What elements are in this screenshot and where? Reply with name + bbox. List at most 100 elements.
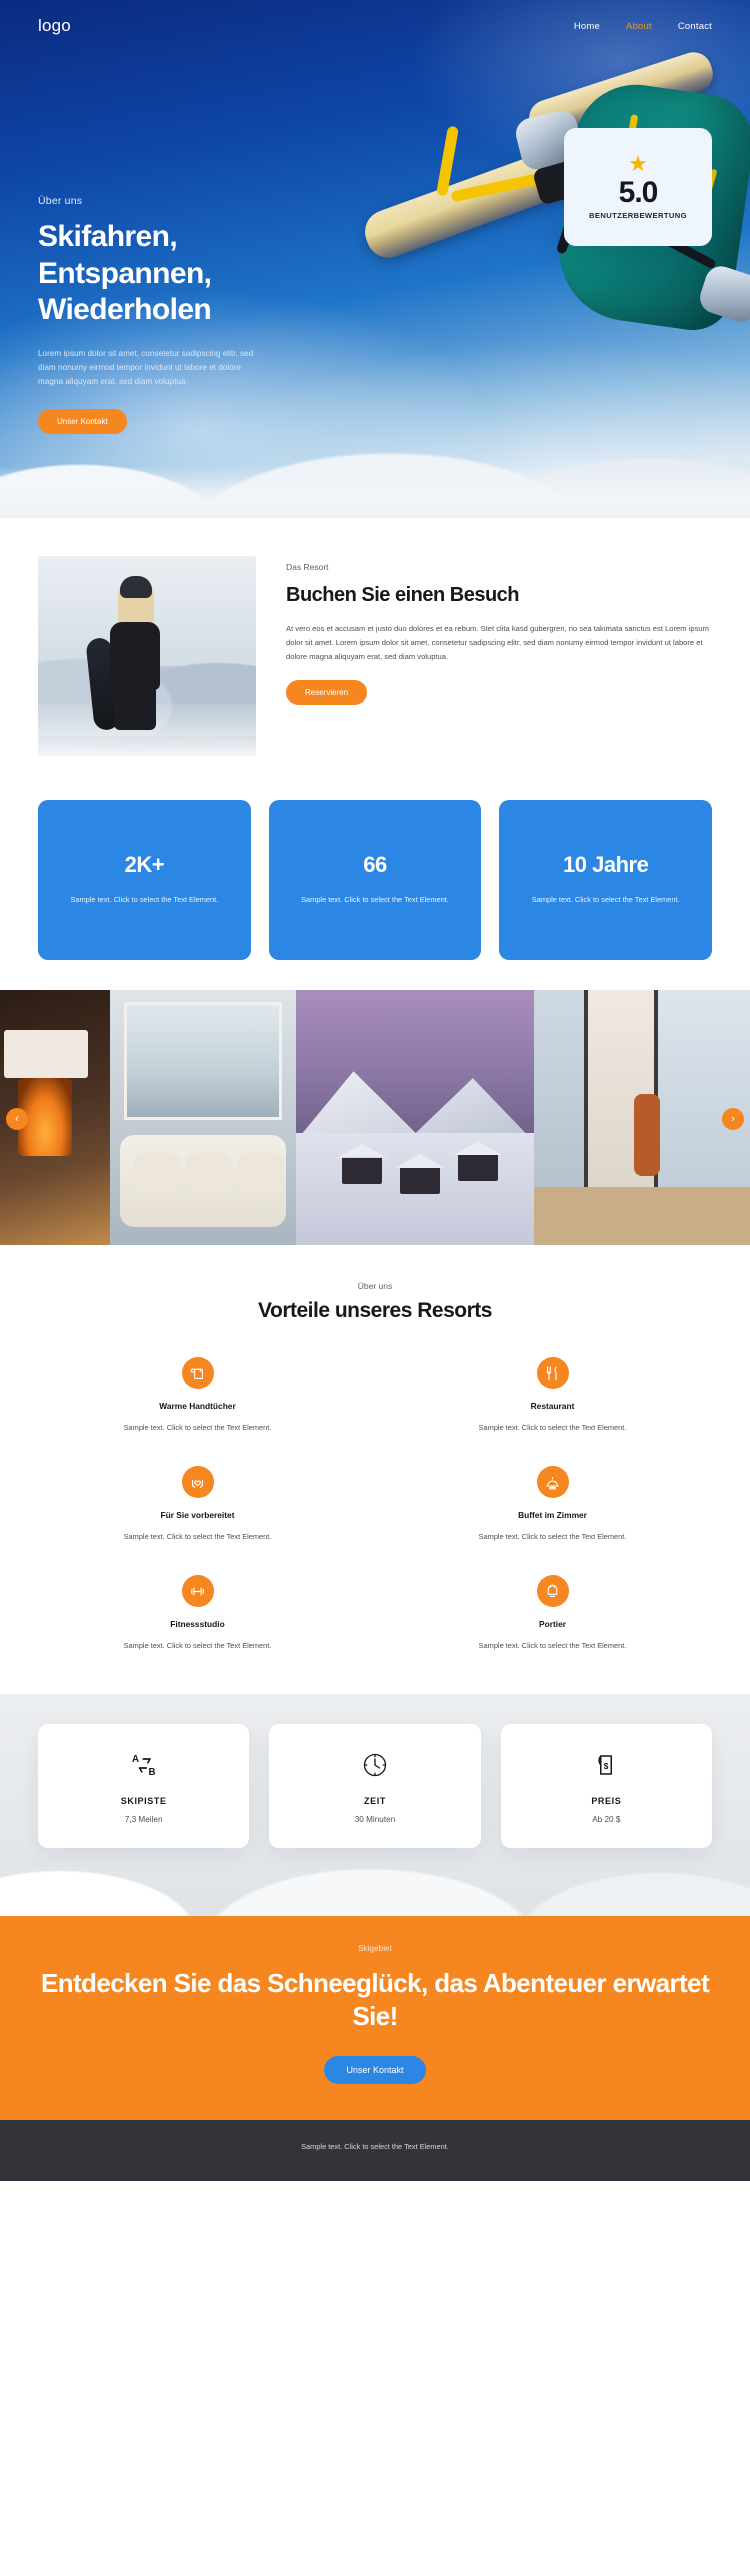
star-icon: ★ (628, 150, 648, 176)
cutlery-icon (536, 1357, 569, 1389)
gallery-floor (534, 1187, 750, 1245)
landing-page: logo Home About Contact Über uns Skifahr… (0, 0, 750, 2181)
rating-value: 5.0 (618, 175, 659, 209)
benefit-text: Sample text. Click to select the Text El… (123, 1423, 272, 1432)
resort-text-block: Das Resort Buchen Sie einen Besuch At ve… (286, 556, 712, 756)
dumbbell-icon (181, 1575, 214, 1607)
gallery-window (124, 1002, 282, 1120)
main-nav: Home About Contact (574, 21, 712, 32)
hero-section: logo Home About Contact Über uns Skifahr… (0, 0, 750, 518)
footer-text: Sample text. Click to select the Text El… (301, 2141, 449, 2151)
gallery-cushion (134, 1153, 180, 1193)
stat-number: 66 (363, 852, 387, 878)
resort-eyebrow: Das Resort (286, 562, 329, 572)
cta-heading: Entdecken Sie das Schneeglück, das Abent… (40, 1968, 710, 2032)
gallery-person (634, 1094, 660, 1176)
benefit-text: Sample text. Click to select the Text El… (123, 1641, 272, 1650)
stat-text: Sample text. Click to select the Text El… (531, 895, 680, 905)
resort-photo (38, 556, 256, 756)
stat-text: Sample text. Click to select the Text El… (301, 895, 449, 905)
resort-section: Das Resort Buchen Sie einen Besuch At ve… (0, 518, 750, 784)
cta-contact-button[interactable]: Unser Kontakt (324, 2055, 426, 2084)
resort-photo-legs (114, 682, 156, 730)
gallery-cabin (342, 1155, 382, 1184)
site-footer: Sample text. Click to select the Text El… (0, 2119, 750, 2181)
info-card-skipiste: A B SKIPISTE 7,3 Meilen (38, 1724, 250, 1848)
benefits-grid: Warme Handtücher Sample text. Click to s… (38, 1357, 712, 1650)
gallery-slide-chalet-interior (534, 990, 750, 1245)
image-gallery-carousel[interactable]: ‹ › (0, 990, 750, 1245)
nav-item-about[interactable]: About (626, 21, 652, 32)
cta-eyebrow: Skigebiet (358, 1944, 392, 1953)
stat-number: 2K+ (124, 852, 165, 878)
resort-photo-snowboarder (85, 576, 168, 732)
cta-section: Skigebiet Entdecken Sie das Schneeglück,… (0, 1916, 750, 2120)
benefit-title: Portier (539, 1619, 566, 1629)
hands-heart-icon (181, 1466, 214, 1498)
rating-label: BENUTZERBEWERTUNG (589, 211, 687, 221)
reserve-button[interactable]: Reservieren (286, 680, 368, 706)
svg-text:B: B (148, 1767, 155, 1778)
hero-contact-button[interactable]: Unser Kontakt (38, 409, 127, 435)
benefit-text: Sample text. Click to select the Text El… (478, 1532, 627, 1541)
site-logo[interactable]: logo (38, 16, 71, 36)
bellhop-bell-icon (536, 1575, 569, 1607)
route-a-to-b-icon: A B (132, 1754, 156, 1778)
gallery-cabin (400, 1166, 440, 1194)
benefit-item-warme-handtuecher: Warme Handtücher Sample text. Click to s… (38, 1357, 357, 1432)
benefit-title: Fitnessstudio (170, 1619, 225, 1629)
stat-card: 2K+ Sample text. Click to select the Tex… (38, 800, 251, 960)
towel-icon (181, 1357, 214, 1389)
resort-heading: Buchen Sie einen Besuch (286, 584, 520, 606)
benefit-item-buffet-im-zimmer: Buffet im Zimmer Sample text. Click to s… (393, 1466, 712, 1541)
room-service-icon (536, 1466, 569, 1498)
info-card-title: ZEIT (364, 1796, 386, 1806)
stat-text: Sample text. Click to select the Text El… (70, 895, 219, 905)
hero-copy-block: Über uns Skifahren, Entspannen, Wiederho… (38, 195, 348, 435)
svg-text:A: A (132, 1754, 139, 1765)
benefit-item-fuer-sie-vorbereitet: Für Sie vorbereitet Sample text. Click t… (38, 1466, 357, 1541)
info-card-value: 7,3 Meilen (124, 1815, 163, 1824)
nav-item-home[interactable]: Home (574, 21, 600, 32)
stat-number: 10 Jahre (563, 852, 649, 878)
resort-photo-body (110, 622, 160, 690)
info-card-value: Ab 20 $ (592, 1815, 621, 1824)
gallery-cabin (458, 1153, 498, 1182)
info-cards-row: A B SKIPISTE 7,3 Meilen ZEIT 30 Minuten (38, 1724, 712, 1848)
nav-item-contact[interactable]: Contact (678, 21, 712, 32)
gallery-cushion (238, 1153, 284, 1193)
benefits-section: Über uns Vorteile unseres Resorts Warme … (0, 1245, 750, 1694)
gallery-slide-cabins (296, 990, 534, 1245)
resort-paragraph: At vero eos et accusam et justo duo dolo… (286, 624, 709, 662)
benefit-text: Sample text. Click to select the Text El… (478, 1641, 627, 1650)
user-rating-card: ★ 5.0 BENUTZERBEWERTUNG (564, 128, 712, 246)
info-card-value: 30 Minuten (354, 1815, 396, 1824)
stat-card: 66 Sample text. Click to select the Text… (268, 800, 482, 960)
benefit-title: Warme Handtücher (159, 1401, 236, 1411)
gallery-cushion (186, 1153, 232, 1193)
benefits-header: Über uns Vorteile unseres Resorts (38, 1281, 712, 1323)
stat-card: 10 Jahre Sample text. Click to select th… (499, 800, 713, 960)
gallery-slide-living-room (110, 990, 296, 1245)
benefits-heading: Vorteile unseres Resorts (258, 1299, 492, 1322)
stats-section: 2K+ Sample text. Click to select the Tex… (0, 784, 750, 990)
benefit-title: Buffet im Zimmer (518, 1510, 587, 1520)
benefit-item-portier: Portier Sample text. Click to select the… (393, 1575, 712, 1650)
clock-icon (363, 1753, 387, 1777)
price-tag-icon: $ (598, 1755, 613, 1775)
info-card-title: PREIS (591, 1796, 622, 1806)
info-card-title: SKIPISTE (120, 1796, 167, 1806)
benefit-text: Sample text. Click to select the Text El… (123, 1532, 272, 1541)
chevron-right-icon[interactable]: › (722, 1108, 744, 1130)
benefit-title: Für Sie vorbereitet (160, 1510, 235, 1520)
top-navigation-bar: logo Home About Contact (0, 0, 750, 36)
info-cards-section: A B SKIPISTE 7,3 Meilen ZEIT 30 Minuten (0, 1694, 750, 1916)
benefit-item-fitnessstudio: Fitnessstudio Sample text. Click to sele… (38, 1575, 357, 1650)
info-card-preis: $ PREIS Ab 20 $ (500, 1724, 712, 1848)
benefit-item-restaurant: Restaurant Sample text. Click to select … (393, 1357, 712, 1432)
chevron-left-icon[interactable]: ‹ (6, 1108, 28, 1130)
resort-photo-helmet (120, 576, 152, 598)
benefit-text: Sample text. Click to select the Text El… (478, 1423, 627, 1432)
hero-heading: Skifahren, Entspannen, Wiederholen (38, 220, 212, 327)
hero-paragraph: Lorem ipsum dolor sit amet, consetetur s… (38, 348, 254, 386)
